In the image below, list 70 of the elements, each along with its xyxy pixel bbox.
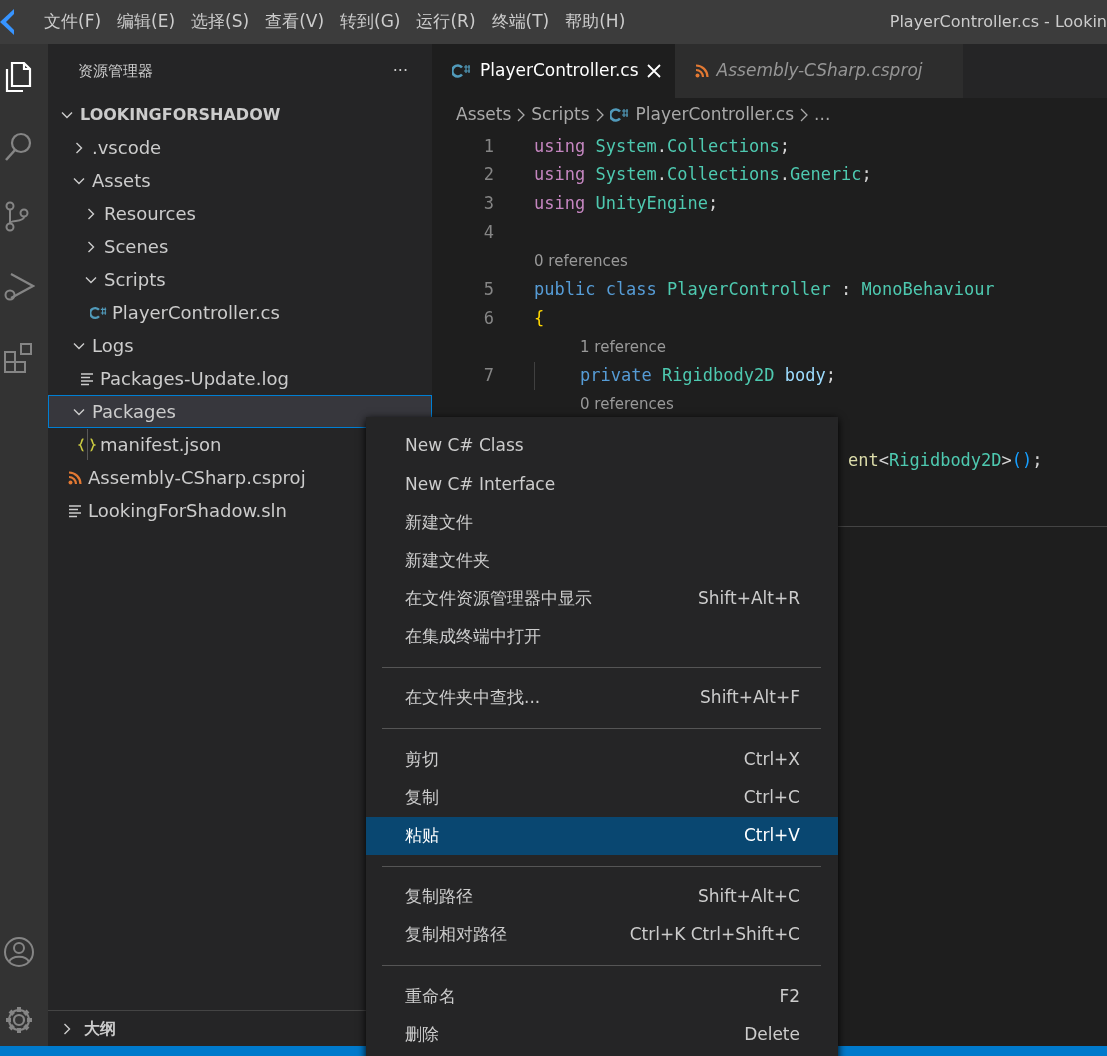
- text-file-icon: [68, 503, 82, 518]
- rss-file-icon: [68, 470, 82, 485]
- chevron-right-icon: [594, 107, 605, 123]
- menu-item[interactable]: 查看(V): [257, 9, 333, 35]
- folder-item[interactable]: Logs: [48, 329, 432, 362]
- folder-item[interactable]: .vscode: [48, 131, 432, 164]
- menu-item[interactable]: 复制 Ctrl+C: [366, 778, 838, 817]
- code-line: public class PlayerController : MonoBehaviour: [534, 278, 995, 302]
- code-lens[interactable]: 0 references: [580, 393, 674, 416]
- more-actions[interactable]: ···: [392, 59, 408, 83]
- breadcrumb-item[interactable]: Scripts: [531, 102, 590, 128]
- code-line: using UnityEngine;: [534, 191, 719, 215]
- file-item[interactable]: PlayerController.cs: [48, 296, 432, 329]
- chevron-right-icon: [516, 107, 527, 123]
- breadcrumb-item[interactable]: ...: [814, 102, 831, 128]
- line-number: 2: [482, 163, 494, 187]
- menu-item[interactable]: 编辑(E): [109, 9, 184, 35]
- menu-item[interactable]: 帮助(H): [557, 9, 634, 35]
- close-icon[interactable]: [646, 64, 661, 78]
- folder-root[interactable]: LOOKINGFORSHADOW: [48, 98, 432, 131]
- folder-item[interactable]: Scripts: [48, 263, 432, 296]
- csharp-file-icon: [90, 304, 108, 321]
- menu-item[interactable]: 选择(S): [183, 9, 258, 35]
- line-number: 4: [482, 220, 494, 244]
- menu-item[interactable]: 新建文件夹: [366, 541, 838, 580]
- line-number: 7: [482, 364, 494, 388]
- menu-item[interactable]: 文件(F): [36, 9, 110, 35]
- chevron-right-icon: [799, 107, 810, 123]
- code-line: {: [534, 306, 545, 330]
- editor-tab[interactable]: Assembly-CSharp.csproj: [674, 44, 963, 98]
- menu-item[interactable]: 在文件资源管理器中显示 Shift+Alt+R: [366, 579, 838, 618]
- menu-item[interactable]: 终端(T): [483, 9, 558, 35]
- menu-item[interactable]: 剪切 Ctrl+X: [366, 740, 838, 779]
- code-line: using System.Collections;: [534, 134, 790, 158]
- menu-item[interactable]: New C# Interface: [366, 465, 838, 504]
- menu-item[interactable]: 粘贴 Ctrl+V: [366, 816, 838, 855]
- code-line: ent<Rigidbody2D>();: [848, 449, 1043, 473]
- breadcrumb-item[interactable]: PlayerController.cs: [609, 102, 795, 128]
- menu-item[interactable]: New C# Class: [366, 427, 838, 466]
- folder-item[interactable]: Assets: [48, 164, 432, 197]
- folder-item[interactable]: Resources: [48, 197, 432, 230]
- menu-item[interactable]: 复制相对路径 Ctrl+K Ctrl+Shift+C: [366, 916, 838, 955]
- folder-item[interactable]: Packages: [48, 395, 432, 428]
- csharp-file-icon: [609, 107, 630, 123]
- braces-file-icon: [78, 436, 96, 453]
- line-number: 3: [482, 191, 494, 215]
- blocks-icon[interactable]: [3, 340, 35, 374]
- csharp-file-icon: [452, 63, 472, 79]
- file-item[interactable]: Packages-Update.log: [48, 362, 432, 395]
- line-number: 6: [482, 306, 494, 330]
- line-number: 5: [482, 278, 494, 302]
- folder-item[interactable]: Scenes: [48, 230, 432, 263]
- menu-item[interactable]: 运行(R): [408, 9, 484, 35]
- sidebar-title: 资源管理器: [78, 60, 153, 82]
- menu-item[interactable]: 在集成终端中打开: [366, 617, 838, 657]
- code-lens[interactable]: 1 reference: [580, 335, 666, 359]
- account-icon[interactable]: [3, 936, 35, 970]
- breadcrumb-item[interactable]: Assets: [456, 102, 512, 128]
- window-title: PlayerController.cs - Lookin: [889, 11, 1107, 33]
- editor-tab[interactable]: PlayerController.cs: [432, 44, 675, 98]
- code-line: using System.Collections.Generic;: [534, 163, 872, 187]
- menu-item[interactable]: 复制路径 Shift+Alt+C: [366, 877, 838, 917]
- rss-file-icon: [694, 64, 709, 78]
- menu-item[interactable]: 在文件夹中查找... Shift+Alt+F: [366, 679, 838, 718]
- code-lens[interactable]: 0 references: [534, 249, 628, 273]
- line-number: 1: [482, 134, 494, 158]
- code-line: private Rigidbody2D body;: [580, 364, 836, 388]
- menu-item[interactable]: 转到(G): [332, 9, 409, 35]
- text-file-icon: [80, 371, 94, 386]
- menu-item[interactable]: 新建文件: [366, 503, 838, 542]
